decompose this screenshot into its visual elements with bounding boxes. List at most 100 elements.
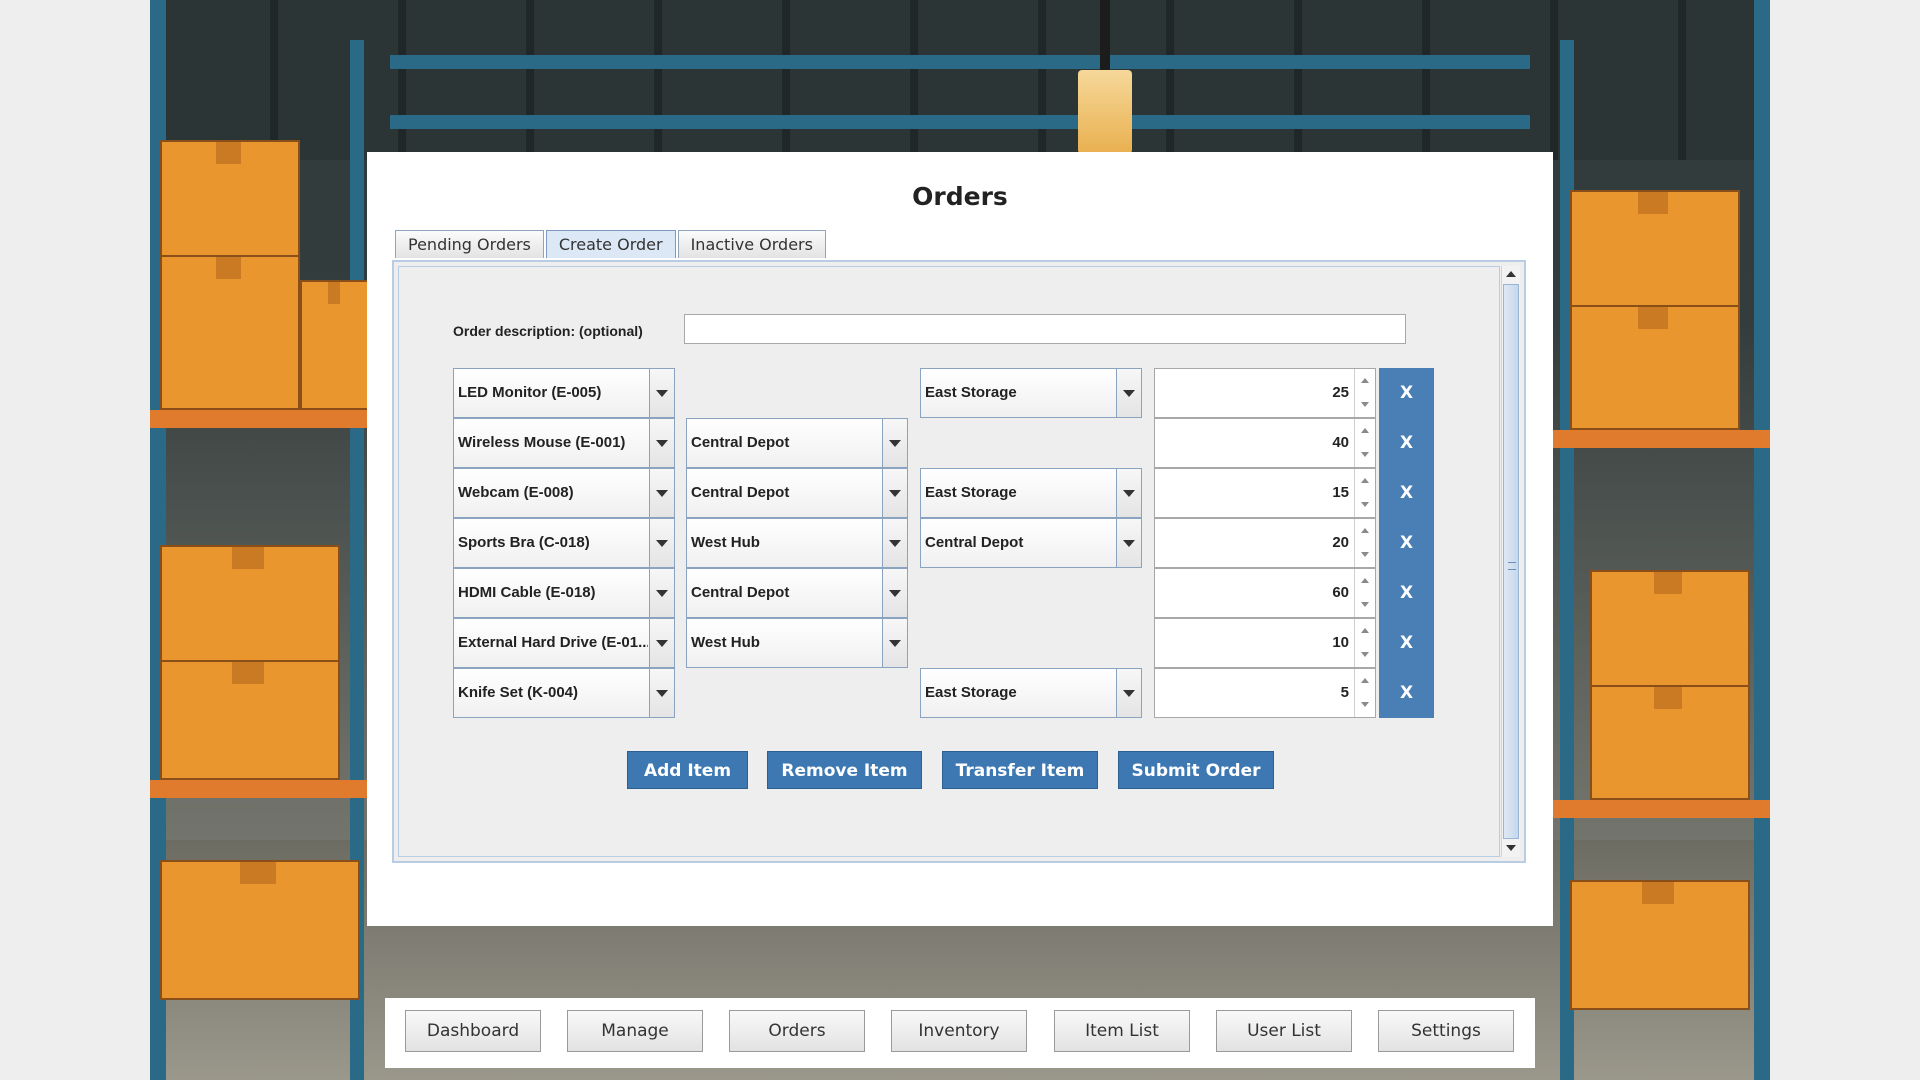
decrement-arrow-icon[interactable] [1355, 543, 1375, 567]
decrement-arrow-icon[interactable] [1355, 643, 1375, 667]
chevron-down-icon[interactable] [649, 619, 674, 667]
destination-select[interactable]: Central Depot [920, 518, 1142, 568]
chevron-down-icon[interactable] [1116, 669, 1141, 717]
destination-select-value: Central Depot [925, 534, 1024, 551]
item-select-value: LED Monitor (E-005) [458, 384, 602, 401]
destination-select[interactable]: East Storage [920, 468, 1142, 518]
scroll-up-arrow-icon[interactable] [1502, 266, 1520, 284]
chevron-down-icon[interactable] [1116, 369, 1141, 417]
quantity-stepper[interactable]: 20 [1154, 518, 1376, 568]
increment-arrow-icon[interactable] [1355, 369, 1375, 393]
chevron-down-icon[interactable] [1116, 469, 1141, 517]
item-select-value: Wireless Mouse (E-001) [458, 434, 626, 451]
vertical-scrollbar[interactable] [1501, 266, 1520, 857]
chevron-down-icon[interactable] [1116, 519, 1141, 567]
grip-icon [1508, 561, 1516, 570]
quantity-stepper[interactable]: 5 [1154, 668, 1376, 718]
quantity-stepper[interactable]: 40 [1154, 418, 1376, 468]
warehouse-ceiling [150, 0, 1770, 160]
nav-item-list-button[interactable]: Item List [1054, 1010, 1190, 1052]
destination-select[interactable]: East Storage [920, 668, 1142, 718]
decrement-arrow-icon[interactable] [1355, 443, 1375, 467]
source-select-value: Central Depot [691, 584, 790, 601]
chevron-down-icon[interactable] [882, 519, 907, 567]
item-select-value: HDMI Cable (E-018) [458, 584, 596, 601]
cardboard-box [160, 255, 300, 410]
source-select[interactable]: Central Depot [686, 418, 908, 468]
remove-row-button[interactable]: X [1379, 518, 1434, 568]
decrement-arrow-icon[interactable] [1355, 693, 1375, 717]
orders-panel: Orders Pending Orders Create Order Inact… [367, 152, 1553, 926]
nav-manage-button[interactable]: Manage [567, 1010, 703, 1052]
remove-row-button[interactable]: X [1379, 418, 1434, 468]
remove-row-button[interactable]: X [1379, 568, 1434, 618]
tab-create-order[interactable]: Create Order [545, 230, 676, 258]
cardboard-box [1570, 190, 1740, 310]
item-select[interactable]: LED Monitor (E-005) [453, 368, 675, 418]
item-select-value: Sports Bra (C-018) [458, 534, 590, 551]
nav-dashboard-button[interactable]: Dashboard [405, 1010, 541, 1052]
remove-item-button[interactable]: Remove Item [767, 751, 922, 789]
page-title: Orders [912, 182, 1008, 211]
chevron-down-icon[interactable] [882, 569, 907, 617]
cardboard-box [1590, 570, 1750, 690]
source-select[interactable]: Central Depot [686, 468, 908, 518]
remove-row-button[interactable]: X [1379, 468, 1434, 518]
nav-settings-button[interactable]: Settings [1378, 1010, 1514, 1052]
item-select[interactable]: Wireless Mouse (E-001) [453, 418, 675, 468]
quantity-stepper[interactable]: 25 [1154, 368, 1376, 418]
destination-select[interactable]: East Storage [920, 368, 1142, 418]
increment-arrow-icon[interactable] [1355, 669, 1375, 693]
order-description-input[interactable] [684, 314, 1406, 344]
decrement-arrow-icon[interactable] [1355, 393, 1375, 417]
chevron-down-icon[interactable] [882, 619, 907, 667]
nav-orders-button[interactable]: Orders [729, 1010, 865, 1052]
nav-user-list-button[interactable]: User List [1216, 1010, 1352, 1052]
remove-row-button[interactable]: X [1379, 368, 1434, 418]
source-select[interactable]: West Hub [686, 518, 908, 568]
increment-arrow-icon[interactable] [1355, 569, 1375, 593]
add-item-button[interactable]: Add Item [627, 751, 748, 789]
lamp-cord [1100, 0, 1110, 70]
rack-shelf [150, 410, 380, 428]
increment-arrow-icon[interactable] [1355, 419, 1375, 443]
quantity-value: 20 [1332, 534, 1349, 551]
cardboard-box [160, 140, 300, 260]
scroll-down-arrow-icon[interactable] [1502, 839, 1520, 857]
remove-row-button[interactable]: X [1379, 668, 1434, 718]
increment-arrow-icon[interactable] [1355, 619, 1375, 643]
remove-row-button[interactable]: X [1379, 618, 1434, 668]
increment-arrow-icon[interactable] [1355, 519, 1375, 543]
quantity-stepper[interactable]: 10 [1154, 618, 1376, 668]
item-select[interactable]: Sports Bra (C-018) [453, 518, 675, 568]
transfer-item-button[interactable]: Transfer Item [942, 751, 1098, 789]
chevron-down-icon[interactable] [649, 469, 674, 517]
item-select[interactable]: Knife Set (K-004) [453, 668, 675, 718]
source-select[interactable]: West Hub [686, 618, 908, 668]
chevron-down-icon[interactable] [882, 469, 907, 517]
chevron-down-icon[interactable] [649, 669, 674, 717]
chevron-down-icon[interactable] [882, 419, 907, 467]
source-select-value: West Hub [691, 634, 760, 651]
scroll-thumb[interactable] [1503, 284, 1519, 839]
chevron-down-icon[interactable] [649, 519, 674, 567]
chevron-down-icon[interactable] [649, 419, 674, 467]
increment-arrow-icon[interactable] [1355, 469, 1375, 493]
item-select[interactable]: HDMI Cable (E-018) [453, 568, 675, 618]
quantity-stepper[interactable]: 15 [1154, 468, 1376, 518]
decrement-arrow-icon[interactable] [1355, 593, 1375, 617]
tab-inactive-orders[interactable]: Inactive Orders [677, 230, 826, 258]
item-select-value: External Hard Drive (E-01... [458, 634, 648, 651]
item-select[interactable]: External Hard Drive (E-01... [453, 618, 675, 668]
submit-order-button[interactable]: Submit Order [1118, 751, 1274, 789]
cardboard-box [1590, 685, 1750, 800]
nav-inventory-button[interactable]: Inventory [891, 1010, 1027, 1052]
rack-shelf [1540, 800, 1770, 818]
chevron-down-icon[interactable] [649, 369, 674, 417]
decrement-arrow-icon[interactable] [1355, 493, 1375, 517]
source-select[interactable]: Central Depot [686, 568, 908, 618]
quantity-stepper[interactable]: 60 [1154, 568, 1376, 618]
item-select[interactable]: Webcam (E-008) [453, 468, 675, 518]
tab-pending-orders[interactable]: Pending Orders [395, 230, 544, 258]
chevron-down-icon[interactable] [649, 569, 674, 617]
